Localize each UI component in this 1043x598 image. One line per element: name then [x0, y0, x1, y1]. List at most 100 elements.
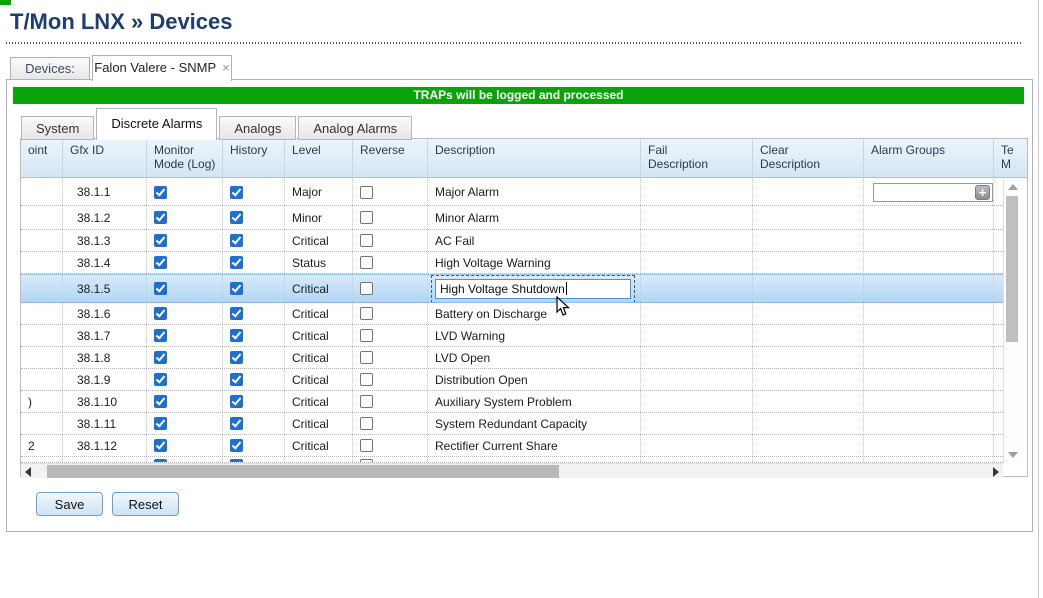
history-checkbox[interactable]: [230, 351, 243, 364]
tab-label: Falon Valere - SNMP: [94, 60, 216, 75]
reverse-checkbox[interactable]: [360, 307, 373, 320]
monitor-mode-checkbox[interactable]: [154, 256, 167, 269]
scroll-down-icon[interactable]: [1008, 452, 1018, 458]
column-header-test-mode[interactable]: Te M: [994, 139, 1027, 177]
monitor-mode-checkbox[interactable]: [154, 282, 167, 295]
reverse-checkbox[interactable]: [360, 186, 373, 199]
monitor-mode-checkbox[interactable]: [154, 439, 167, 452]
column-header-gfx-id[interactable]: Gfx ID: [63, 139, 147, 177]
reverse-checkbox[interactable]: [360, 417, 373, 430]
gfx-id-cell: 38.1.5: [63, 275, 147, 302]
history-checkbox[interactable]: [230, 329, 243, 342]
monitor-mode-checkbox[interactable]: [154, 417, 167, 430]
history-checkbox[interactable]: [230, 282, 243, 295]
reverse-cell: [353, 206, 428, 229]
sub-tab-analog-alarms[interactable]: Analog Alarms: [298, 116, 412, 140]
reverse-checkbox[interactable]: [360, 459, 373, 462]
history-cell: [223, 230, 285, 251]
scroll-left-icon[interactable]: [25, 467, 31, 477]
column-header-clear-description[interactable]: Clear Description: [753, 139, 864, 177]
history-checkbox[interactable]: [230, 307, 243, 320]
column-header-history[interactable]: History: [223, 139, 285, 177]
column-header-level[interactable]: Level: [285, 139, 353, 177]
reverse-checkbox[interactable]: [360, 395, 373, 408]
alarm-groups-cell: +: [864, 179, 994, 205]
alarm-groups-cell: [864, 303, 994, 324]
column-header-reverse[interactable]: Reverse: [353, 139, 428, 177]
description-input-value: High Voltage Shutdown: [440, 282, 565, 296]
column-header-fail-description[interactable]: Fail Description: [641, 139, 753, 177]
clear-description-cell: [753, 369, 864, 390]
grid-row-38.1.2[interactable]: 38.1.2MinorMinor Alarm: [21, 206, 1003, 230]
save-button[interactable]: Save: [36, 492, 103, 516]
vertical-scroll-thumb[interactable]: [1006, 196, 1018, 342]
monitor-mode-checkbox[interactable]: [154, 373, 167, 386]
grid-row-38.1.6[interactable]: 38.1.6CriticalBattery on Discharge: [21, 303, 1003, 325]
grid-row-38.1.5[interactable]: 38.1.5CriticalHigh Voltage Shutdown: [21, 274, 1003, 303]
description-input[interactable]: High Voltage Shutdown: [435, 279, 631, 299]
monitor-mode-checkbox[interactable]: [154, 186, 167, 199]
close-tab-icon[interactable]: ×: [222, 60, 230, 75]
sub-tab-analogs[interactable]: Analogs: [219, 116, 296, 140]
point-cell: [21, 252, 63, 273]
monitor-mode-checkbox[interactable]: [154, 459, 167, 462]
vertical-scrollbar[interactable]: [1003, 179, 1020, 463]
reverse-checkbox[interactable]: [360, 256, 373, 269]
reverse-checkbox[interactable]: [360, 329, 373, 342]
scroll-right-icon[interactable]: [993, 467, 999, 477]
sub-tab-system[interactable]: System: [21, 116, 94, 140]
clear-description-cell: [753, 435, 864, 456]
horizontal-scrollbar[interactable]: [21, 463, 1003, 478]
monitor-mode-cell: [147, 435, 223, 456]
page-title: T/Mon LNX » Devices: [10, 9, 233, 35]
history-checkbox[interactable]: [230, 186, 243, 199]
add-alarm-group-button[interactable]: +: [975, 185, 990, 200]
grid-row-38.1.3[interactable]: 38.1.3CriticalAC Fail: [21, 230, 1003, 252]
reverse-checkbox[interactable]: [360, 439, 373, 452]
horizontal-scroll-thumb[interactable]: [47, 465, 559, 478]
monitor-mode-checkbox[interactable]: [154, 395, 167, 408]
history-checkbox[interactable]: [230, 234, 243, 247]
reverse-checkbox[interactable]: [360, 234, 373, 247]
tab-falon-valere-snmp[interactable]: Falon Valere - SNMP ×: [92, 55, 232, 81]
column-header-point[interactable]: oint: [21, 139, 63, 177]
clear-description-cell: [753, 230, 864, 251]
reverse-checkbox[interactable]: [360, 373, 373, 386]
grid-row-38.1.4[interactable]: 38.1.4StatusHigh Voltage Warning: [21, 252, 1003, 274]
description-cell: LVD Open: [428, 347, 641, 368]
monitor-mode-checkbox[interactable]: [154, 211, 167, 224]
scroll-up-icon[interactable]: [1008, 184, 1018, 190]
history-checkbox[interactable]: [230, 459, 243, 462]
monitor-mode-checkbox[interactable]: [154, 307, 167, 320]
grid-row-38.1.8[interactable]: 38.1.8CriticalLVD Open: [21, 347, 1003, 369]
point-cell: [21, 179, 63, 205]
history-checkbox[interactable]: [230, 373, 243, 386]
monitor-mode-checkbox[interactable]: [154, 329, 167, 342]
sub-tab-discrete-alarms[interactable]: Discrete Alarms: [96, 108, 217, 140]
grid-row-38.1.12[interactable]: 238.1.12CriticalRectifier Current Share: [21, 435, 1003, 457]
point-cell: [21, 457, 63, 462]
reverse-checkbox[interactable]: [360, 211, 373, 224]
grid-row-38.1.7[interactable]: 38.1.7CriticalLVD Warning: [21, 325, 1003, 347]
alarm-groups-input[interactable]: +: [873, 183, 993, 202]
history-checkbox[interactable]: [230, 395, 243, 408]
history-checkbox[interactable]: [230, 439, 243, 452]
grid-row-38.1.10[interactable]: )38.1.10CriticalAuxiliary System Problem: [21, 391, 1003, 413]
grid-row-38.1.11[interactable]: 38.1.11CriticalSystem Redundant Capacity: [21, 413, 1003, 435]
monitor-mode-checkbox[interactable]: [154, 234, 167, 247]
column-header-monitor-mode[interactable]: Monitor Mode (Log): [147, 139, 223, 177]
tab-devices[interactable]: Devices:: [10, 57, 90, 80]
description-cell: High Voltage Warning: [428, 252, 641, 273]
fail-description-cell: [641, 369, 753, 390]
history-checkbox[interactable]: [230, 256, 243, 269]
monitor-mode-checkbox[interactable]: [154, 351, 167, 364]
reverse-checkbox[interactable]: [360, 282, 373, 295]
column-header-alarm-groups[interactable]: Alarm Groups: [864, 139, 994, 177]
reverse-checkbox[interactable]: [360, 351, 373, 364]
grid-row-38.1.9[interactable]: 38.1.9CriticalDistribution Open: [21, 369, 1003, 391]
reset-button[interactable]: Reset: [112, 492, 179, 516]
history-checkbox[interactable]: [230, 211, 243, 224]
column-header-description[interactable]: Description: [428, 139, 641, 177]
grid-row-38.1.1[interactable]: 38.1.1MajorMajor Alarm+: [21, 179, 1003, 206]
history-checkbox[interactable]: [230, 417, 243, 430]
